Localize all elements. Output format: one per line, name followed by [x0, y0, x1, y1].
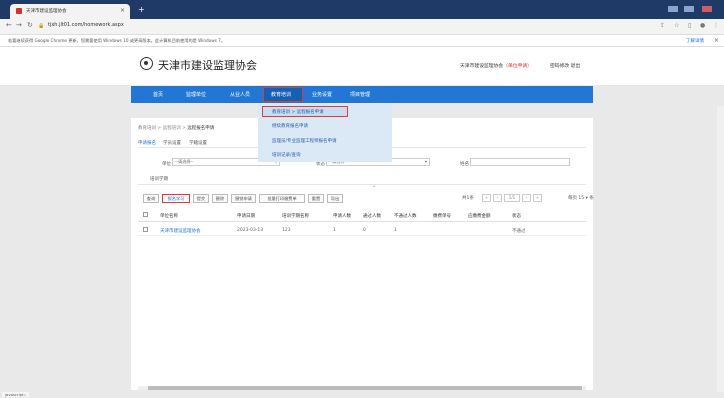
col-status: 状态	[512, 214, 521, 219]
status-bar	[0, 392, 724, 398]
export-button[interactable]: 导出	[327, 194, 343, 203]
training-term-label: 培训学期	[150, 177, 168, 182]
dropdown-item-remote-apply[interactable]: 教育培训 > 远程报名申请	[272, 109, 324, 115]
header-links[interactable]: 密码修改 退出	[550, 62, 580, 69]
horizontal-scrollbar-thumb[interactable]	[148, 386, 582, 390]
dropdown-item-continuing-education[interactable]: 继续教育报名申请	[272, 123, 308, 129]
url-input[interactable]: tjxh.jlt01.com/homework.aspx	[48, 22, 124, 28]
table-row-divider	[138, 235, 586, 236]
submit-button[interactable]: 提交	[193, 194, 209, 203]
batch-print-button[interactable]: 批量打印缴费单	[259, 194, 305, 203]
last-page-button[interactable]: »	[533, 194, 542, 202]
reset-button[interactable]: 重置	[308, 194, 324, 203]
tab-title: 天津市建设监理协会	[26, 9, 67, 14]
col-fee-amount: 应缴费金额	[468, 214, 491, 219]
new-tab-icon[interactable]: +	[138, 5, 145, 14]
delete-button[interactable]: 删除	[212, 194, 228, 203]
cell-apply-date: 2023-03-13	[237, 228, 264, 233]
prev-page-button[interactable]: ‹	[493, 194, 502, 202]
query-button[interactable]: 查询	[143, 194, 159, 203]
back-icon[interactable]: ←	[6, 21, 12, 29]
unit-label: 单位	[162, 162, 171, 167]
update-info-text: 若要继续获得 Google Chrome 更新，您需要使用 Windows 10…	[8, 38, 226, 43]
col-apply-date: 申请日期	[237, 214, 255, 219]
subtab-apply[interactable]: 申请报名	[138, 140, 156, 146]
lock-icon: 🔒	[38, 23, 45, 29]
chevron-down-icon: ▾	[424, 159, 427, 164]
menu-icon[interactable]: ⋮	[713, 22, 719, 29]
site-favicon-icon	[16, 8, 22, 14]
nav-item-supervision-units[interactable]: 监理单位	[186, 91, 206, 98]
user-status: （单位申请）	[503, 64, 532, 69]
name-input[interactable]	[470, 158, 570, 166]
user-name: 天津市建设监理协会	[460, 64, 504, 69]
filter-divider	[138, 184, 586, 185]
cell-applicants: 1	[333, 228, 336, 233]
unit-select-value: --请选择--	[175, 159, 194, 164]
browser-tab[interactable]: 天津市建设监理协会 ×	[10, 4, 130, 19]
nav-item-business-settings[interactable]: 业务设置	[312, 91, 332, 98]
profile-icon[interactable]: ●	[700, 22, 705, 29]
cell-passed: 0	[363, 228, 366, 233]
maximize-icon[interactable]	[684, 6, 694, 12]
breadcrumb: 教育培训 > 远程培训 > 远程报名申请	[138, 125, 214, 131]
cell-failed: 1	[394, 228, 397, 233]
col-bill-no: 缴费单号	[433, 214, 451, 219]
site-header	[0, 47, 724, 85]
bookmark-star-icon[interactable]: ☆	[674, 22, 679, 29]
subtab-enrollment-settings[interactable]: 学籍设置	[189, 140, 207, 146]
dropdown-item-supervisor-apply[interactable]: 监理员/专业监理工程师报名申请	[272, 138, 337, 144]
col-failed: 不通过人数	[394, 214, 417, 219]
reload-icon[interactable]: ↻	[27, 21, 33, 29]
subtab-student-settings[interactable]: 学员设置	[163, 140, 181, 146]
record-count: 共1条	[462, 196, 474, 201]
page-indicator: 1/1	[504, 194, 520, 202]
window-close-icon[interactable]	[702, 6, 712, 12]
select-all-checkbox[interactable]	[143, 212, 148, 217]
cell-status: 不通过	[512, 229, 526, 234]
name-label: 姓名	[460, 162, 469, 167]
nav-item-practitioners[interactable]: 从业人员	[230, 91, 250, 98]
dropdown-item-training-records[interactable]: 培训记录/查询	[272, 152, 301, 158]
association-logo-icon	[140, 57, 153, 70]
site-title: 天津市建设监理协会	[158, 59, 257, 72]
col-term-name: 培训学期名称	[282, 214, 309, 219]
enroll-study-button[interactable]: 报名学习	[162, 194, 190, 203]
next-page-button[interactable]: ›	[522, 194, 531, 202]
col-unit-name: 单位名称	[160, 214, 178, 219]
share-icon[interactable]: ⇪	[660, 22, 665, 29]
breadcrumb-current: 远程报名申请	[187, 126, 215, 131]
learn-more-link[interactable]: 了解详情	[686, 38, 704, 44]
per-page-select[interactable]: 每页 15 ▾ 条	[568, 195, 594, 201]
breadcrumb-path: 教育培训 > 远程培训 >	[138, 126, 188, 131]
vertical-scrollbar[interactable]	[717, 106, 724, 392]
cell-unit-name[interactable]: 天津市建设监理协会	[160, 228, 201, 234]
withdraw-button[interactable]: 撤销申请	[231, 194, 256, 203]
table-header-divider	[138, 221, 586, 222]
tab-close-icon[interactable]: ×	[120, 7, 125, 14]
col-passed: 通过人数	[363, 214, 381, 219]
status-text: javascript:;	[2, 392, 30, 397]
nav-item-home[interactable]: 首页	[153, 91, 163, 98]
forward-icon[interactable]: →	[16, 21, 22, 29]
first-page-button[interactable]: «	[482, 194, 491, 202]
col-applicants: 申请人数	[333, 214, 351, 219]
cell-term-name: 123	[282, 228, 291, 233]
info-close-icon[interactable]: ×	[714, 37, 719, 44]
sidebar-icon[interactable]: ▯	[688, 22, 691, 29]
header-user: 天津市建设监理协会（单位申请）	[460, 62, 532, 69]
nav-item-education-training[interactable]: 教育培训	[271, 91, 291, 98]
collapse-toggle-icon[interactable]: ⌄	[372, 183, 376, 189]
nav-item-project-management[interactable]: 项目管理	[350, 91, 370, 98]
minimize-icon[interactable]	[668, 6, 678, 12]
row-checkbox[interactable]	[143, 227, 148, 232]
